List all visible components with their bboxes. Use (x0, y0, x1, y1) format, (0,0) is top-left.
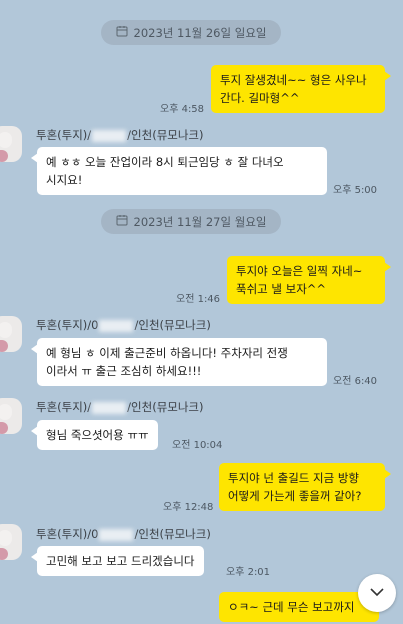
date-divider: 2023년 11월 26일 일요일 (101, 20, 281, 45)
sender-name: 투혼(투지)/0/인천(뮤모나크) (36, 318, 211, 332)
avatar[interactable] (0, 398, 22, 434)
date-divider: 2023년 11월 27일 월요일 (101, 209, 281, 234)
message-time: 오후 4:58 (160, 104, 205, 115)
outgoing-message[interactable]: 투지야 오늘은 일찍 자네~ 푹쉬고 낼 보자^^ (227, 256, 391, 304)
calendar-icon (116, 25, 128, 40)
redacted-name (99, 528, 134, 541)
message-time: 오전 1:46 (176, 294, 221, 305)
redacted-name (92, 401, 127, 414)
message-time: 오후 2:01 (226, 567, 271, 578)
message-time: 오전 10:04 (172, 440, 223, 451)
redacted-name (92, 129, 127, 142)
outgoing-message[interactable]: 투지야 넌 출길드 지금 방향 어떻게 가는게 좋을꺼 같아? (219, 463, 391, 511)
outgoing-message[interactable]: ㅇㅋ~ 근데 무슨 보고까지 (219, 592, 379, 622)
avatar[interactable] (0, 126, 22, 162)
message-time: 오후 5:00 (333, 185, 378, 196)
sender-name: 투혼(투지)/0/인천(뮤모나크) (36, 527, 211, 541)
message-time: 오전 6:40 (333, 376, 378, 387)
incoming-message[interactable]: 예 형님 ㅎ 이제 출근준비 하옵니다! 주차자리 전쟁 이라서 ㅠ 출근 조심… (31, 338, 327, 386)
outgoing-message[interactable]: 투지 잘생겼네~~ 형은 사우나 간다. 길마형^^ (211, 65, 391, 113)
avatar[interactable] (0, 524, 22, 560)
redacted-name (99, 319, 134, 332)
incoming-message[interactable]: 형님 죽으셧어용 ㅠㅠ (31, 420, 158, 450)
calendar-icon (116, 214, 128, 229)
scroll-to-bottom-button[interactable] (358, 574, 396, 612)
chevron-down-icon (369, 586, 385, 600)
sender-name: 투혼(투지)//인천(뮤모나크) (36, 128, 204, 142)
message-time: 오후 12:48 (163, 502, 214, 513)
sender-name: 투혼(투지)//인천(뮤모나크) (36, 400, 204, 414)
date-label: 2023년 11월 26일 일요일 (133, 25, 267, 40)
incoming-message[interactable]: 고민해 보고 보고 드리겠습니다 (31, 546, 204, 576)
avatar[interactable] (0, 316, 22, 352)
date-label: 2023년 11월 27일 월요일 (133, 214, 267, 229)
incoming-message[interactable]: 예 ㅎㅎ 오늘 잔업이라 8시 퇴근임당 ㅎ 잘 다녀오 시지요! (31, 147, 327, 195)
